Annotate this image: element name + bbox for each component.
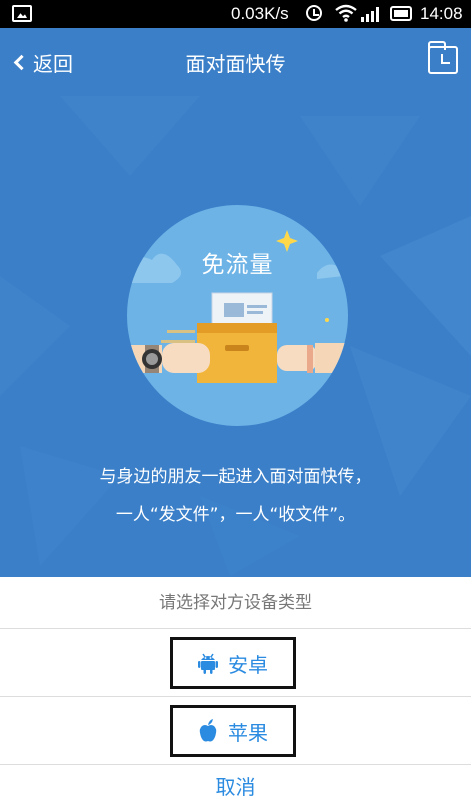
network-speed: 0.03K/s (231, 4, 289, 23)
apple-icon (199, 719, 217, 742)
android-option[interactable]: 安卓 (0, 629, 471, 697)
apple-option-label: 苹果 (228, 720, 268, 745)
page-title: 面对面快传 (185, 52, 286, 76)
history-button[interactable] (428, 41, 458, 74)
navigation-header: 返回 面对面快传 (0, 28, 471, 96)
apple-option-highlight[interactable]: 苹果 (170, 705, 296, 757)
description-line-2: 一人“发文件”，一人“收文件”。 (115, 505, 356, 525)
sheet-title: 请选择对方设备类型 (0, 577, 471, 629)
cancel-button[interactable]: 取消 (0, 767, 471, 800)
apple-option[interactable]: 苹果 (0, 697, 471, 765)
wifi-icon (335, 4, 357, 22)
illustration-circle: 免流量 (127, 205, 348, 426)
clock: 14:08 (420, 4, 463, 23)
free-data-badge: 免流量 (201, 252, 274, 278)
android-option-highlight[interactable]: 安卓 (170, 637, 296, 689)
android-option-label: 安卓 (228, 652, 268, 677)
device-type-sheet: 请选择对方设备类型 安卓 苹果 取消 (0, 577, 471, 800)
file-transfer-illustration (127, 230, 348, 383)
android-icon (198, 653, 218, 674)
gallery-notification-icon (12, 5, 32, 22)
description-line-1: 与身边的朋友一起进入面对面快传， (99, 467, 372, 487)
signal-icon (361, 7, 379, 22)
alarm-icon (306, 5, 322, 21)
status-bar: 0.03K/s 14:08 (0, 0, 471, 28)
battery-icon (390, 6, 412, 21)
